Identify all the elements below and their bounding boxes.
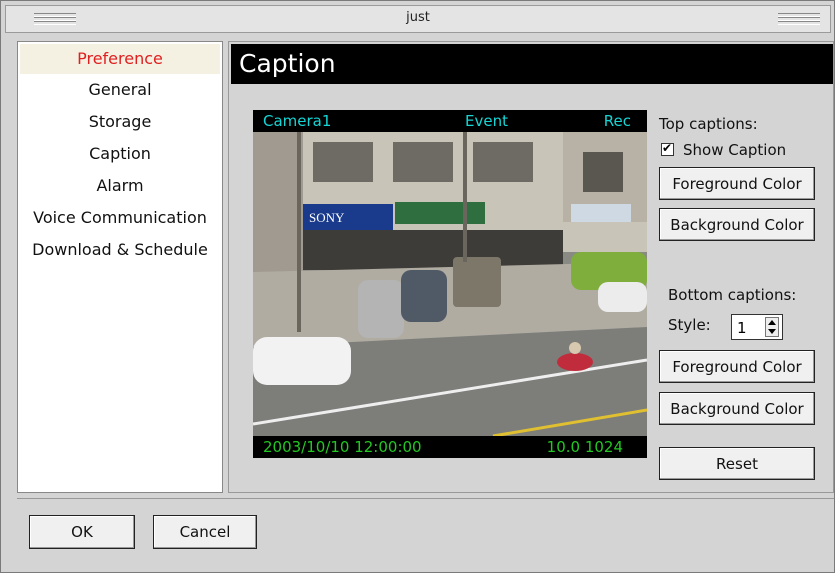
sidebar-item-alarm[interactable]: Alarm [18, 170, 222, 202]
sidebar-item-download-schedule[interactable]: Download & Schedule [18, 234, 222, 266]
top-background-color-button[interactable]: Background Color [659, 208, 815, 241]
sidebar-item-voice-communication[interactable]: Voice Communication [18, 202, 222, 234]
bottom-foreground-color-button[interactable]: Foreground Color [659, 350, 815, 383]
style-label: Style: [668, 316, 711, 334]
sidebar: Preference General Storage Caption Alarm… [17, 41, 223, 493]
title-bar[interactable]: just [5, 5, 831, 33]
preview-rec-label: Rec [603, 112, 631, 130]
panel-header: Caption [231, 44, 833, 84]
ok-button[interactable]: OK [29, 515, 135, 549]
decrement-icon[interactable] [768, 329, 776, 334]
preview-event-label: Event [465, 112, 508, 130]
preview-camera-name: Camera1 [263, 112, 332, 130]
preview-top-caption: Camera1 Event Rec [253, 110, 647, 132]
sidebar-item-general[interactable]: General [18, 74, 222, 106]
preview-timestamp: 2003/10/10 12:00:00 [263, 438, 422, 456]
sidebar-item-preference[interactable]: Preference [20, 44, 220, 74]
title-grip-right [778, 13, 820, 25]
svg-text:SONY: SONY [309, 210, 345, 225]
preview-bottom-caption: 2003/10/10 12:00:00 10.0 1024 [253, 436, 647, 458]
show-caption-label[interactable]: Show Caption [683, 141, 786, 159]
style-stepper-buttons[interactable] [765, 317, 779, 337]
camera-street-image: SONY [253, 132, 647, 436]
style-stepper[interactable]: 1 [731, 314, 783, 340]
sidebar-item-caption[interactable]: Caption [18, 138, 222, 170]
show-caption-checkbox[interactable] [661, 141, 674, 156]
top-foreground-color-button[interactable]: Foreground Color [659, 167, 815, 200]
style-value[interactable]: 1 [737, 319, 747, 337]
reset-button[interactable]: Reset [659, 447, 815, 480]
preview-stats: 10.0 1024 [546, 438, 623, 456]
dialog-window: just Preference General Storage Caption … [0, 0, 835, 573]
sidebar-item-storage[interactable]: Storage [18, 106, 222, 138]
panel-title: Caption [239, 49, 336, 78]
bottom-captions-label: Bottom captions: [668, 286, 797, 304]
camera-preview: Camera1 Event Rec SONY 2003/10/10 12:00:… [253, 110, 647, 458]
footer-divider [17, 498, 834, 499]
caption-panel: Caption Camera1 Event Rec SONY 2003/10/1… [228, 41, 834, 493]
cancel-button[interactable]: Cancel [153, 515, 257, 549]
top-captions-label: Top captions: [659, 115, 758, 133]
window-title: just [406, 10, 430, 25]
bottom-background-color-button[interactable]: Background Color [659, 392, 815, 425]
increment-icon[interactable] [768, 320, 776, 325]
